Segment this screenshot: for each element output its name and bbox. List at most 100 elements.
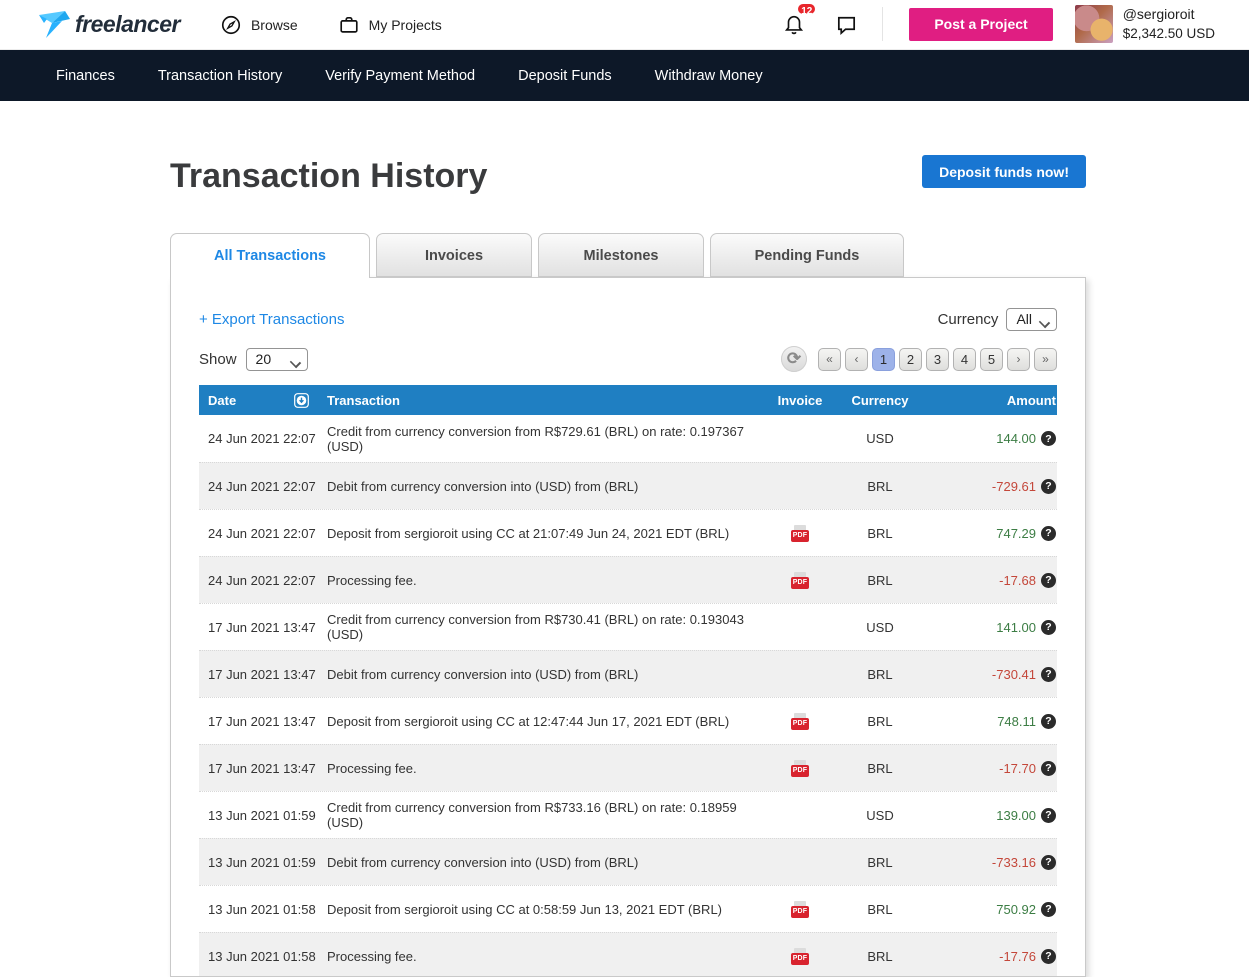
table-row: 17 Jun 2021 13:47 Processing fee. PDF BRL -1… [199, 744, 1057, 791]
help-icon[interactable]: ? [1041, 666, 1056, 682]
table-row: 17 Jun 2021 13:47 Credit from currency co… [199, 603, 1057, 650]
column-header-currency[interactable]: Currency [835, 393, 925, 408]
cell-amount: -733.16? [925, 854, 1057, 870]
page-button-3[interactable]: 3 [926, 347, 949, 371]
help-icon[interactable]: ? [1041, 619, 1056, 635]
user-info[interactable]: @sergioroit $2,342.50 USD [1123, 5, 1215, 43]
table-row: 17 Jun 2021 13:47 Deposit from sergioroit… [199, 697, 1057, 744]
cell-date: 17 Jun 2021 13:47 [208, 713, 316, 729]
cell-amount: 750.92? [925, 901, 1057, 917]
help-icon[interactable]: ? [1041, 572, 1056, 588]
page-nav-button[interactable]: ‹ [845, 347, 868, 371]
page-nav-button[interactable]: « [818, 347, 841, 371]
column-header-transaction[interactable]: Transaction [327, 393, 765, 408]
pdf-invoice-icon[interactable]: PDF [791, 524, 809, 542]
subnav-item-withdraw-money[interactable]: Withdraw Money [655, 68, 763, 84]
cell-currency: BRL [867, 666, 893, 682]
transaction-tabs: All Transactions Invoices Milestones Pendin… [170, 233, 1086, 278]
pdf-invoice-icon[interactable]: PDF [791, 571, 809, 589]
help-icon[interactable]: ? [1041, 854, 1056, 870]
help-icon[interactable]: ? [1041, 807, 1056, 823]
cell-amount: -17.70? [925, 760, 1057, 776]
cell-transaction: Deposit from sergioroit using CC at 12:4… [327, 713, 730, 729]
help-icon[interactable]: ? [1041, 760, 1056, 776]
pdf-invoice-icon[interactable]: PDF [791, 759, 809, 777]
tab-milestones[interactable]: Milestones [538, 233, 704, 277]
notifications-button[interactable]: 12 [783, 2, 818, 36]
amount-value: 139.00 [996, 807, 1036, 823]
amount-value: 141.00 [996, 619, 1036, 635]
deposit-funds-now-button[interactable]: Deposit funds now! [922, 155, 1086, 188]
show-per-page-select[interactable]: 20 [245, 347, 308, 371]
cell-transaction: Debit from currency conversion into (USD… [327, 478, 639, 494]
cell-amount: -17.76? [925, 948, 1057, 964]
amount-value: -17.76 [999, 948, 1036, 964]
column-header-date[interactable]: Date [208, 393, 236, 408]
avatar[interactable] [1074, 5, 1113, 44]
page-button-1[interactable]: 1 [872, 347, 895, 371]
pdf-label: PDF [791, 529, 809, 542]
subnav-item-deposit-funds[interactable]: Deposit Funds [518, 68, 612, 84]
cell-date: 13 Jun 2021 01:59 [208, 854, 316, 870]
cell-transaction: Credit from currency conversion from R$7… [327, 800, 737, 830]
tab-invoices[interactable]: Invoices [376, 233, 532, 277]
cell-invoice: PDF [765, 571, 835, 589]
cell-currency: BRL [867, 854, 893, 870]
messages-button[interactable] [835, 13, 858, 36]
pdf-label: PDF [791, 905, 809, 918]
table-row: 17 Jun 2021 13:47 Debit from currency con… [199, 650, 1057, 697]
amount-value: -729.61 [991, 478, 1036, 494]
subnav-item-transaction-history[interactable]: Transaction History [158, 68, 282, 84]
show-label: Show [199, 350, 237, 368]
tab-all-transactions[interactable]: All Transactions [170, 233, 370, 278]
freelancer-logo[interactable]: freelancer [36, 9, 180, 41]
subnav-item-finances[interactable]: Finances [56, 68, 115, 84]
page-button-4[interactable]: 4 [953, 347, 976, 371]
cell-transaction: Deposit from sergioroit using CC at 21:0… [327, 525, 730, 541]
cell-date: 17 Jun 2021 13:47 [208, 760, 316, 776]
top-header: freelancer Browse My Projects 12 Post a … [0, 0, 1249, 50]
help-icon[interactable]: ? [1041, 713, 1056, 729]
cell-currency: BRL [867, 760, 893, 776]
tab-pending-funds[interactable]: Pending Funds [710, 233, 904, 277]
finance-subnav: Finances Transaction History Verify Paymen… [0, 50, 1249, 101]
help-icon[interactable]: ? [1041, 901, 1056, 917]
cell-date: 24 Jun 2021 22:07 [208, 431, 316, 446]
cell-transaction: Credit from currency conversion from R$7… [327, 612, 744, 642]
cell-amount: 141.00? [925, 619, 1057, 635]
subnav-item-verify-payment-method[interactable]: Verify Payment Method [325, 68, 475, 84]
help-icon[interactable]: ? [1041, 431, 1056, 446]
help-icon[interactable]: ? [1041, 478, 1056, 494]
page-nav-button[interactable]: » [1034, 347, 1057, 371]
pdf-invoice-icon[interactable]: PDF [791, 900, 809, 918]
page-nav-button[interactable]: › [1007, 347, 1030, 371]
currency-select[interactable]: All [1006, 308, 1057, 331]
my-projects-menu[interactable]: My Projects [338, 14, 442, 36]
page-button-5[interactable]: 5 [980, 347, 1003, 371]
amount-value: -733.16 [991, 854, 1036, 870]
cell-invoice: PDF [765, 947, 835, 965]
column-header-amount[interactable]: Amount [925, 393, 1057, 408]
table-row: 13 Jun 2021 01:58 Deposit from sergioroit… [199, 885, 1057, 932]
page-title: Transaction History [170, 156, 488, 195]
post-a-project-button[interactable]: Post a Project [909, 7, 1053, 41]
cell-amount: -730.41? [925, 666, 1057, 682]
cell-date: 24 Jun 2021 22:07 [208, 572, 316, 588]
cell-invoice: PDF [765, 524, 835, 542]
sort-descending-icon[interactable] [294, 392, 310, 408]
help-icon[interactable]: ? [1041, 948, 1056, 964]
pdf-invoice-icon[interactable]: PDF [791, 712, 809, 730]
pagination: ⟳ «‹ 1 2 3 4 5 ›» [781, 346, 1057, 372]
cell-invoice: PDF [765, 712, 835, 730]
transactions-panel: + Export Transactions Currency All Show … [170, 277, 1086, 977]
browse-menu[interactable]: Browse [220, 14, 298, 36]
page-button-2[interactable]: 2 [899, 347, 922, 371]
column-header-invoice[interactable]: Invoice [765, 393, 835, 408]
chat-icon [835, 13, 858, 36]
refresh-button[interactable]: ⟳ [781, 346, 807, 372]
export-transactions-link[interactable]: + Export Transactions [199, 311, 345, 328]
freelancer-bird-icon [36, 9, 72, 41]
help-icon[interactable]: ? [1041, 525, 1056, 541]
cell-date: 24 Jun 2021 22:07 [208, 525, 316, 541]
pdf-invoice-icon[interactable]: PDF [791, 947, 809, 965]
